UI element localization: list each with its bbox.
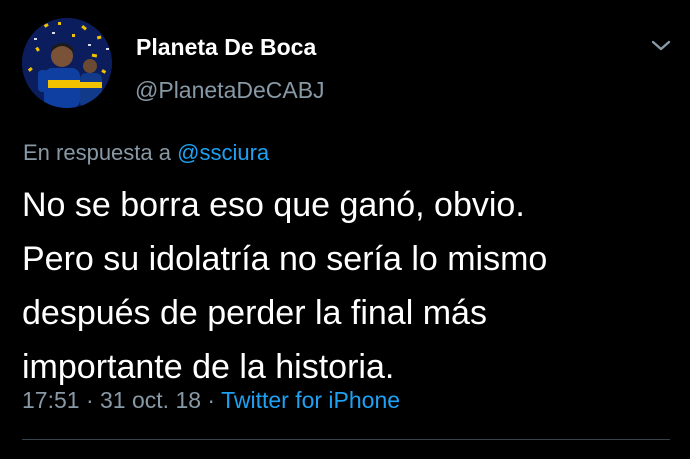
tweet-text-line: Pero su idolatría no sería lo mismo (22, 240, 548, 278)
meta-separator: · (201, 387, 222, 413)
tweet-text-line: No se borra eso que ganó, obvio. (22, 186, 525, 224)
meta-separator: · (79, 387, 101, 413)
chevron-down-icon[interactable] (650, 36, 672, 56)
divider (22, 439, 670, 440)
display-name[interactable]: Planeta De Boca (136, 34, 316, 61)
tweet-text-line: importante de la historia. (22, 348, 395, 386)
tweet-date[interactable]: 31 oct. 18 (100, 387, 201, 413)
tweet-text-line: después de perder la final más (22, 294, 487, 332)
reply-mention-link[interactable]: @ssciura (177, 140, 269, 165)
reply-prefix: En respuesta a (23, 140, 178, 165)
tweet-metadata: 17:51 · 31 oct. 18 · Twitter for iPhone (22, 387, 400, 414)
tweet-source-link[interactable]: Twitter for iPhone (221, 387, 400, 413)
tweet-text: No se borra eso que ganó, obvio. Pero su… (22, 178, 672, 394)
username-handle[interactable]: @PlanetaDeCABJ (135, 77, 325, 104)
reply-context: En respuesta a @ssciura (23, 140, 269, 166)
tweet-time[interactable]: 17:51 (22, 387, 80, 413)
avatar-image (22, 18, 112, 108)
avatar[interactable] (22, 18, 112, 108)
